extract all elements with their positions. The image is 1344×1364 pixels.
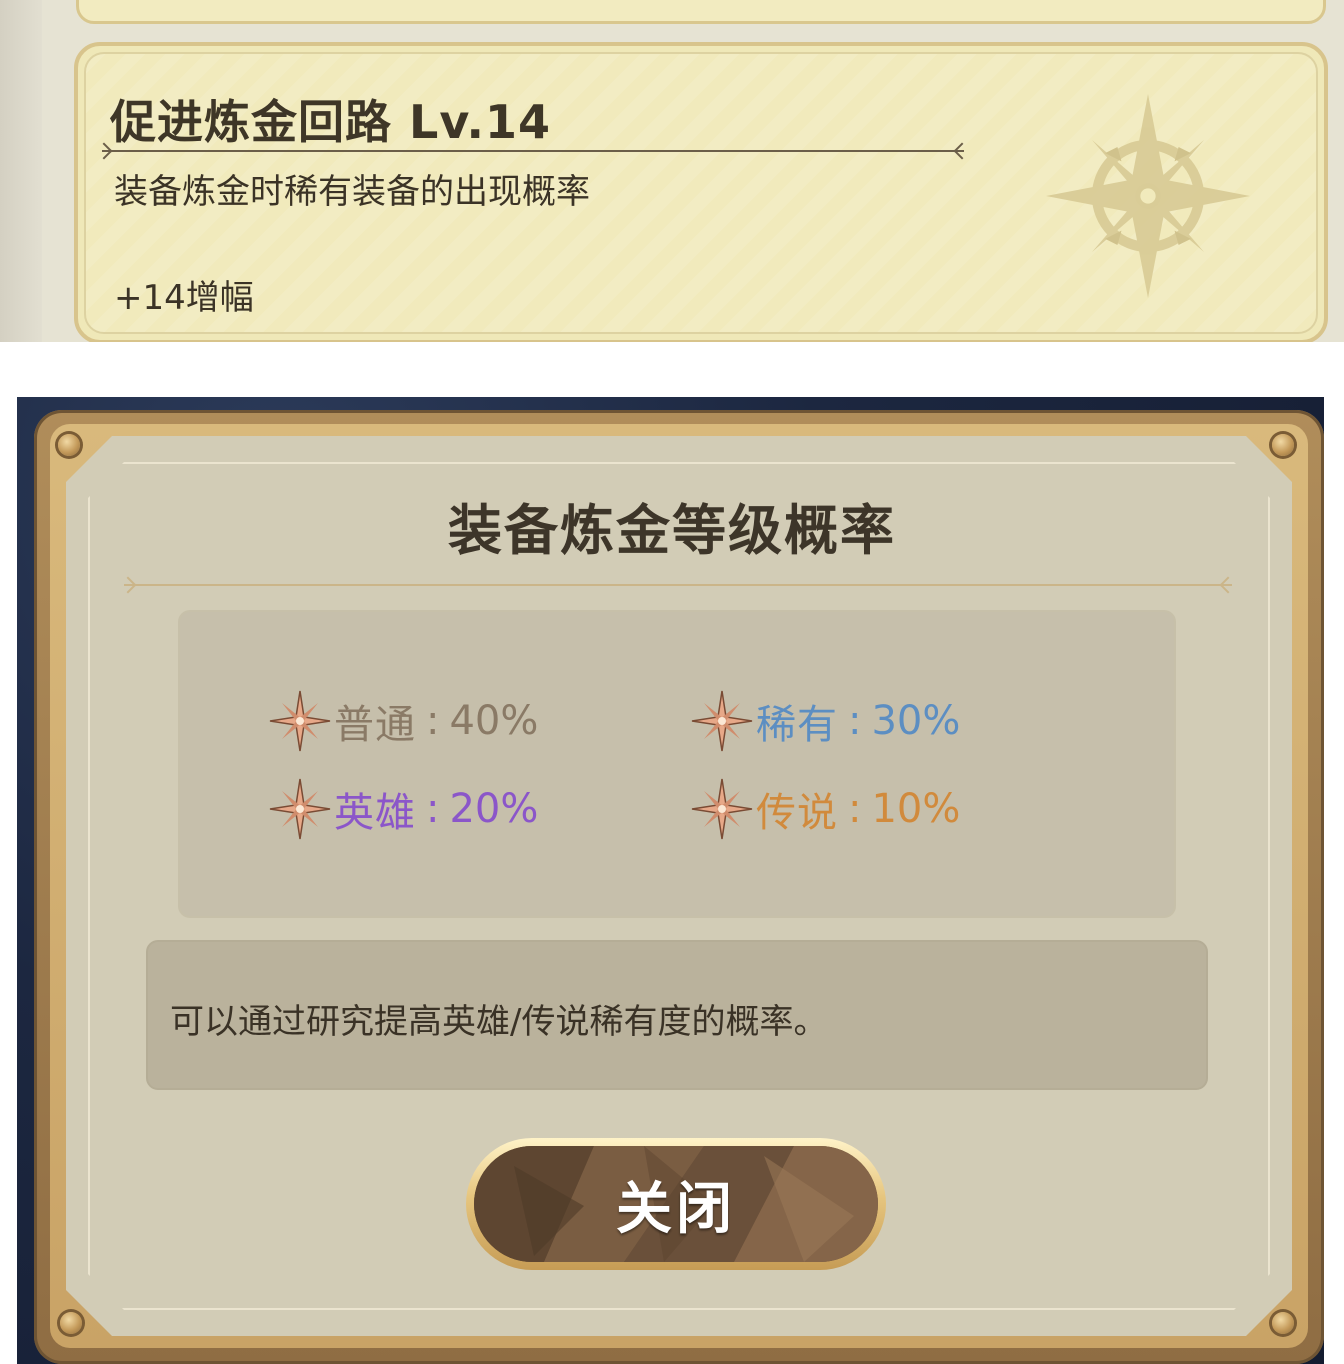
research-card[interactable]: 促进炼金回路 Lv.14 装备炼金时稀有装备的出现概率 +14增幅 bbox=[74, 42, 1328, 342]
corner-stud-icon bbox=[1272, 434, 1294, 456]
rate-value: 10% bbox=[871, 786, 961, 832]
dialog-title: 装备炼金等级概率 bbox=[448, 499, 896, 562]
research-card-title: 促进炼金回路 Lv.14 bbox=[110, 95, 552, 149]
rate-value: 30% bbox=[871, 698, 961, 744]
rate-common: 普通 : 40% bbox=[268, 686, 538, 756]
rate-separator: : bbox=[426, 698, 440, 744]
close-button[interactable]: 关闭 bbox=[466, 1138, 886, 1270]
previous-research-card[interactable] bbox=[76, 0, 1326, 24]
rate-label: 稀有 bbox=[756, 702, 838, 748]
rate-hero: 英雄 : 20% bbox=[268, 774, 538, 844]
dialog-title-divider bbox=[124, 584, 1232, 586]
rarity-star-icon bbox=[691, 778, 753, 840]
rarity-star-icon bbox=[691, 690, 753, 752]
rate-label: 普通 bbox=[334, 702, 416, 748]
research-list: 促进炼金回路 Lv.14 装备炼金时稀有装备的出现概率 +14增幅 bbox=[0, 0, 1344, 342]
close-button-label: 关闭 bbox=[616, 1176, 736, 1242]
info-note-text: 可以通过研究提高英雄/传说稀有度的概率。 bbox=[170, 1002, 828, 1042]
rarity-star-icon bbox=[269, 778, 331, 840]
rate-value: 40% bbox=[449, 698, 539, 744]
rate-value: 20% bbox=[449, 786, 539, 832]
rarity-star-icon bbox=[269, 690, 331, 752]
research-card-description: 装备炼金时稀有装备的出现概率 bbox=[114, 172, 590, 212]
rate-separator: : bbox=[848, 698, 862, 744]
research-card-divider bbox=[102, 150, 964, 152]
corner-stud-icon bbox=[1272, 1312, 1294, 1334]
rate-label: 英雄 bbox=[334, 790, 416, 836]
info-note-panel: 可以通过研究提高英雄/传说稀有度的概率。 bbox=[146, 940, 1208, 1090]
list-scroll-edge bbox=[0, 0, 42, 342]
research-card-bonus: +14增幅 bbox=[114, 278, 254, 318]
rate-label: 传说 bbox=[756, 790, 838, 836]
rate-legendary: 传说 : 10% bbox=[690, 774, 960, 844]
rate-separator: : bbox=[426, 786, 440, 832]
compass-star-icon bbox=[1046, 94, 1250, 298]
screenshot-page: 促进炼金回路 Lv.14 装备炼金时稀有装备的出现概率 +14增幅 装备炼金等级… bbox=[0, 0, 1344, 1364]
corner-stud-icon bbox=[58, 434, 80, 456]
rarity-rates-panel: 普通 : 40% 稀有 : 30% 英雄: 20% 传说: 10% bbox=[178, 610, 1176, 918]
corner-stud-icon bbox=[60, 1312, 82, 1334]
close-button-face: 关闭 bbox=[474, 1146, 878, 1262]
rate-separator: : bbox=[848, 786, 862, 832]
rate-rare: 稀有 : 30% bbox=[690, 686, 960, 756]
